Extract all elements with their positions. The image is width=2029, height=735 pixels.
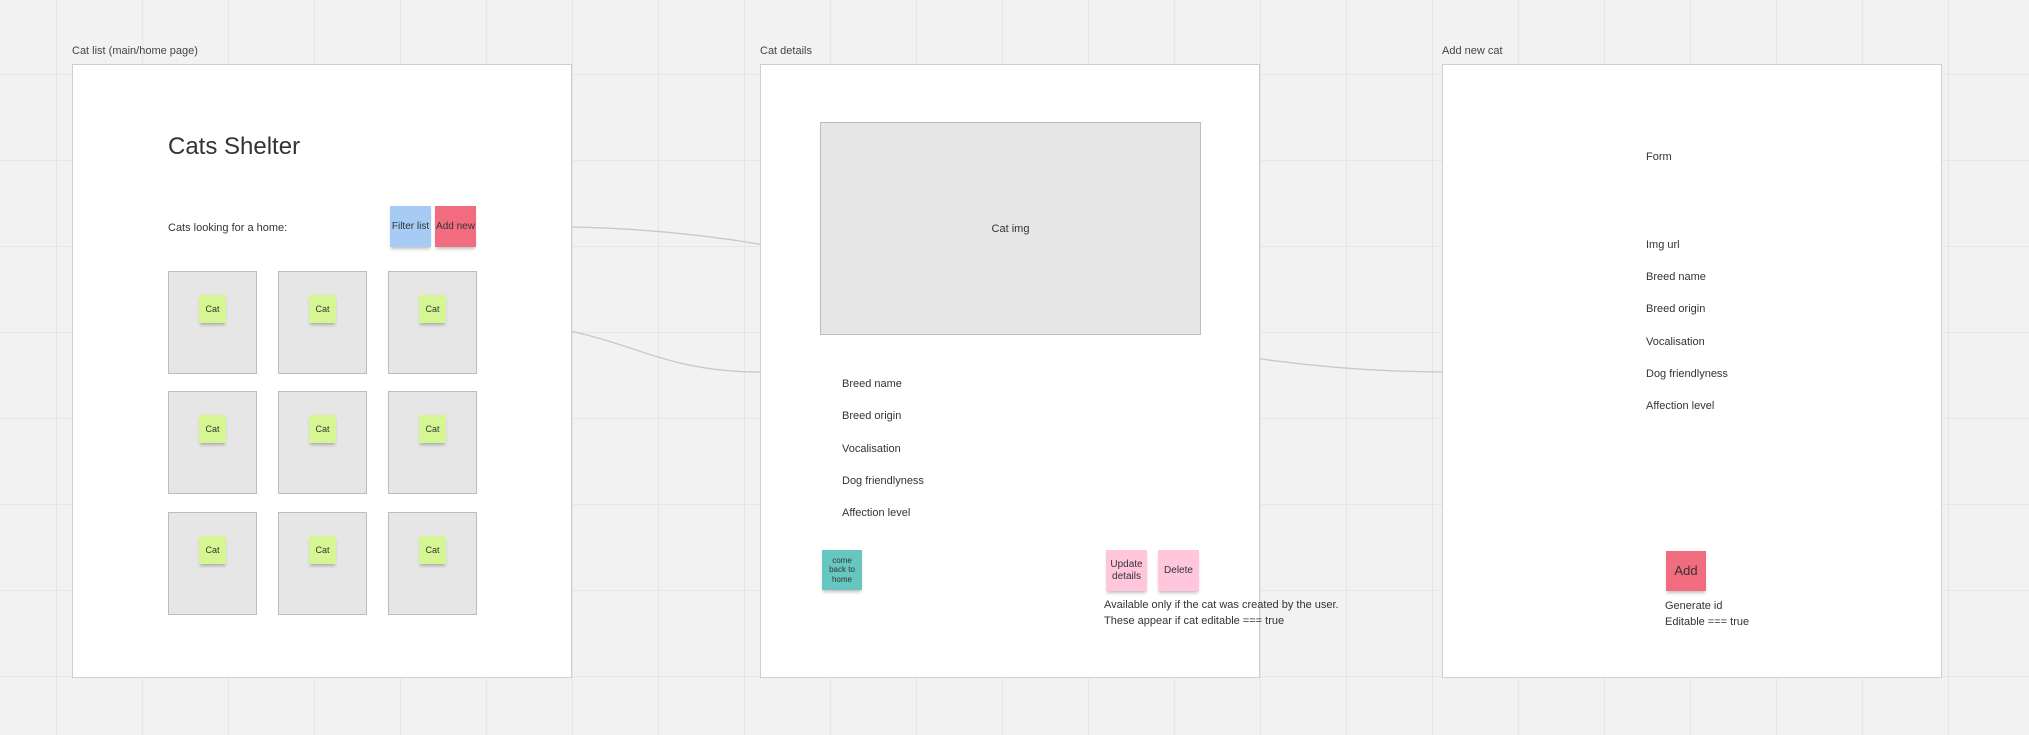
cat-sticky: Cat — [199, 536, 226, 564]
cat-card[interactable]: Cat — [278, 391, 367, 494]
cat-card[interactable]: Cat — [388, 391, 477, 494]
frame-label-cat-details: Cat details — [760, 45, 812, 57]
frame-label-cat-list: Cat list (main/home page) — [72, 45, 198, 57]
add-cat-button[interactable]: Add — [1666, 551, 1706, 591]
detail-dog-friendlyness: Dog friendlyness — [842, 475, 924, 487]
list-subtitle: Cats looking for a home: — [168, 222, 288, 234]
field-vocalisation[interactable]: Vocalisation — [1646, 336, 1705, 348]
filter-list-button[interactable]: Filter list — [390, 206, 431, 247]
back-home-button[interactable]: come back to home — [822, 550, 862, 590]
frame-cat-details[interactable]: Cat img Breed name Breed origin Vocalisa… — [760, 64, 1260, 678]
form-label: Form — [1646, 151, 1672, 163]
cat-sticky: Cat — [309, 295, 336, 323]
details-note-line1: Available only if the cat was created by… — [1104, 599, 1339, 611]
add-note-line1: Generate id — [1665, 600, 1723, 612]
cat-card[interactable]: Cat — [168, 271, 257, 374]
cat-sticky: Cat — [309, 415, 336, 443]
page-title: Cats Shelter — [168, 133, 301, 160]
update-details-button[interactable]: Update details — [1106, 550, 1147, 591]
field-affection-level[interactable]: Affection level — [1646, 400, 1714, 412]
cat-card[interactable]: Cat — [168, 391, 257, 494]
frame-cat-list[interactable]: Cats Shelter Cats looking for a home: Fi… — [72, 64, 572, 678]
add-new-button[interactable]: Add new — [435, 206, 476, 247]
cat-sticky: Cat — [419, 415, 446, 443]
add-note-line2: Editable === true — [1665, 616, 1750, 628]
field-dog-friendlyness[interactable]: Dog friendlyness — [1646, 368, 1728, 380]
cat-card[interactable]: Cat — [388, 271, 477, 374]
field-img-url[interactable]: Img url — [1646, 239, 1680, 251]
cat-card[interactable]: Cat — [278, 512, 367, 615]
details-note-line2: These appear if cat editable === true — [1104, 615, 1285, 627]
detail-affection-level: Affection level — [842, 507, 911, 519]
field-breed-origin[interactable]: Breed origin — [1646, 303, 1705, 315]
cat-card[interactable]: Cat — [278, 271, 367, 374]
cat-sticky: Cat — [419, 536, 446, 564]
detail-breed-origin: Breed origin — [842, 410, 902, 422]
frame-label-add-new-cat: Add new cat — [1442, 45, 1503, 57]
detail-vocalisation: Vocalisation — [842, 443, 901, 455]
cat-card[interactable]: Cat — [168, 512, 257, 615]
frame-add-new-cat[interactable]: Form Img url Breed name Breed origin Voc… — [1442, 64, 1942, 678]
cat-sticky: Cat — [199, 295, 226, 323]
delete-button[interactable]: Delete — [1158, 550, 1199, 591]
cat-sticky: Cat — [309, 536, 336, 564]
detail-breed-name: Breed name — [842, 378, 902, 390]
cat-card[interactable]: Cat — [388, 512, 477, 615]
cat-sticky: Cat — [199, 415, 226, 443]
cat-image-placeholder: Cat img — [820, 122, 1201, 335]
field-breed-name[interactable]: Breed name — [1646, 271, 1706, 283]
cat-sticky: Cat — [419, 295, 446, 323]
